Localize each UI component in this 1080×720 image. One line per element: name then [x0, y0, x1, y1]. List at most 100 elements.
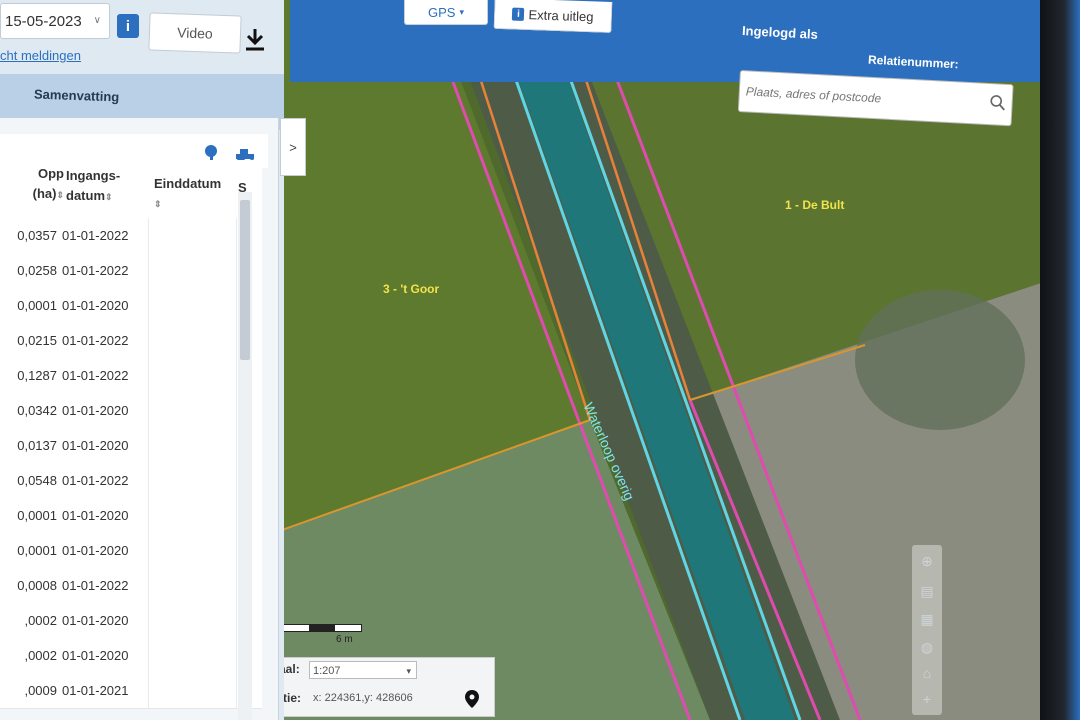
col-area-header[interactable]: Opp (ha)⇕ [18, 164, 64, 205]
cell-start-date: 01-01-2022 [62, 368, 129, 383]
cell-area: ,0002 [24, 613, 57, 628]
extra-info-label: Extra uitleg [528, 6, 594, 24]
col-start-subtitle: datum [66, 188, 105, 203]
location-value: x: 224361,y: 428606 [313, 692, 413, 704]
table-row[interactable]: 0,0548 01-01-2022 [0, 463, 262, 499]
cell-start-date: 01-01-2022 [62, 578, 129, 593]
cell-start-date: 01-01-2022 [62, 333, 129, 348]
table-row[interactable]: 0,0001 01-01-2020 [0, 533, 262, 569]
video-label: Video [176, 24, 214, 42]
cell-end-date [148, 323, 149, 358]
map-toolbar: ⊕ ▤ ▦ ◍ ⌂ + [912, 545, 942, 715]
tab-summary[interactable]: Samenvatting [34, 87, 120, 105]
zoom-out-icon[interactable]: + [919, 691, 935, 707]
table-row[interactable]: 0,0215 01-01-2022 [0, 323, 262, 359]
cell-s [236, 323, 237, 358]
cell-s [236, 288, 237, 323]
col-area-unit: (ha) [32, 186, 57, 201]
gps-label: GPS [428, 4, 456, 20]
extra-info-button[interactable]: i Extra uitleg [493, 0, 613, 34]
info-icon: i [512, 7, 525, 21]
cell-start-date: 01-01-2020 [62, 613, 129, 628]
print-icon[interactable]: ▦ [919, 611, 935, 627]
side-panel: 15-05-2023 ∨ i Video cht meldingen Samen… [0, 0, 284, 720]
map-pin-icon[interactable] [465, 690, 479, 708]
table-row[interactable]: 0,0001 01-01-2020 [0, 498, 262, 534]
cell-area: 0,0342 [17, 403, 57, 418]
cell-area: 0,0548 [17, 473, 57, 488]
cell-s [236, 568, 237, 603]
video-button[interactable]: Video [148, 12, 242, 54]
cell-start-date: 01-01-2022 [62, 228, 129, 243]
zoom-in-icon[interactable]: ⊕ [919, 553, 935, 569]
cell-start-date: 01-01-2021 [62, 683, 129, 698]
cell-s [236, 533, 237, 568]
cell-end-date [148, 428, 149, 463]
cell-end-date [148, 673, 149, 708]
table-row[interactable]: 0,1287 01-01-2022 [0, 358, 262, 394]
cell-end-date [148, 393, 149, 428]
home-icon[interactable]: ⌂ [919, 665, 935, 681]
table-row[interactable]: ,0002 01-01-2020 [0, 638, 262, 674]
chevron-right-icon: > [289, 139, 297, 155]
date-value: 15-05-2023 [5, 12, 82, 30]
table-row[interactable]: ,0009 01-01-2021 [0, 673, 262, 709]
table-row[interactable]: 0,0357 01-01-2022 [0, 218, 262, 254]
gps-button[interactable]: GPS ▾ [404, 0, 488, 25]
globe-icon[interactable]: ◍ [919, 639, 935, 655]
cell-end-date [148, 218, 149, 253]
cell-start-date: 01-01-2020 [62, 648, 129, 663]
download-icon[interactable] [243, 27, 267, 53]
cell-area: 0,0357 [17, 228, 57, 243]
cell-end-date [148, 638, 149, 673]
cell-s [236, 428, 237, 463]
col-start-header[interactable]: Ingangs- datum⇕ [66, 166, 120, 207]
cell-s [236, 603, 237, 638]
table-scrollbar-thumb[interactable] [240, 200, 250, 360]
cell-s [236, 463, 237, 498]
caret-down-icon: ▾ [459, 6, 464, 17]
monitor-bezel [1040, 0, 1080, 720]
layers-icon[interactable]: ▤ [919, 583, 935, 599]
table-row[interactable]: 0,0258 01-01-2022 [0, 253, 262, 289]
col-end-header[interactable]: Einddatum ⇕ [154, 174, 221, 214]
table-header: Opp (ha)⇕ Ingangs- datum⇕ Einddatum ⇕ S … [0, 160, 262, 223]
scale-bar-end: 6 m [336, 634, 353, 645]
cell-end-date [148, 603, 149, 638]
col-start-title: Ingangs- [66, 168, 121, 183]
date-select[interactable]: 15-05-2023 ∨ [0, 3, 110, 39]
cell-area: ,0009 [24, 683, 57, 698]
cell-end-date [148, 533, 149, 568]
cell-area: 0,0001 [17, 508, 57, 523]
cell-start-date: 01-01-2020 [62, 543, 129, 558]
cell-end-date [148, 463, 149, 498]
info-button[interactable]: i [117, 14, 139, 38]
field-label-t-goor: 3 - 't Goor [383, 282, 440, 296]
messages-link[interactable]: cht meldingen [0, 48, 81, 63]
scale-select[interactable]: 1:207 ▾ [309, 661, 417, 679]
col-end-title: Einddatum [154, 176, 222, 191]
scale-value: 1:207 [313, 665, 341, 677]
table-row[interactable]: 0,0008 01-01-2022 [0, 568, 262, 604]
search-icon[interactable] [989, 94, 1006, 111]
sort-icon: ⇕ [154, 199, 162, 209]
cell-end-date [148, 568, 149, 603]
cell-start-date: 01-01-2020 [62, 403, 129, 418]
table-row[interactable]: ,0002 01-01-2020 [0, 603, 262, 639]
table-row[interactable]: 0,0001 01-01-2020 [0, 288, 262, 324]
table-row[interactable]: 0,0137 01-01-2020 [0, 428, 262, 464]
dark-patch [855, 290, 1025, 430]
cell-start-date: 01-01-2022 [62, 473, 129, 488]
cell-end-date [148, 358, 149, 393]
chevron-down-icon: ▾ [406, 666, 411, 676]
cell-end-date [148, 253, 149, 288]
sort-icon: ⇕ [56, 190, 64, 200]
cell-s [236, 498, 237, 533]
cell-end-date [148, 288, 149, 323]
scale-location-box: Schaal: 1:207 ▾ Locatie: x: 224361,y: 42… [250, 657, 495, 717]
collapse-panel-button[interactable]: > [280, 118, 306, 176]
table-row[interactable]: 0,0342 01-01-2020 [0, 393, 262, 429]
cell-area: 0,0001 [17, 298, 57, 313]
col-area-title: Opp [38, 166, 64, 181]
cell-s [236, 393, 237, 428]
